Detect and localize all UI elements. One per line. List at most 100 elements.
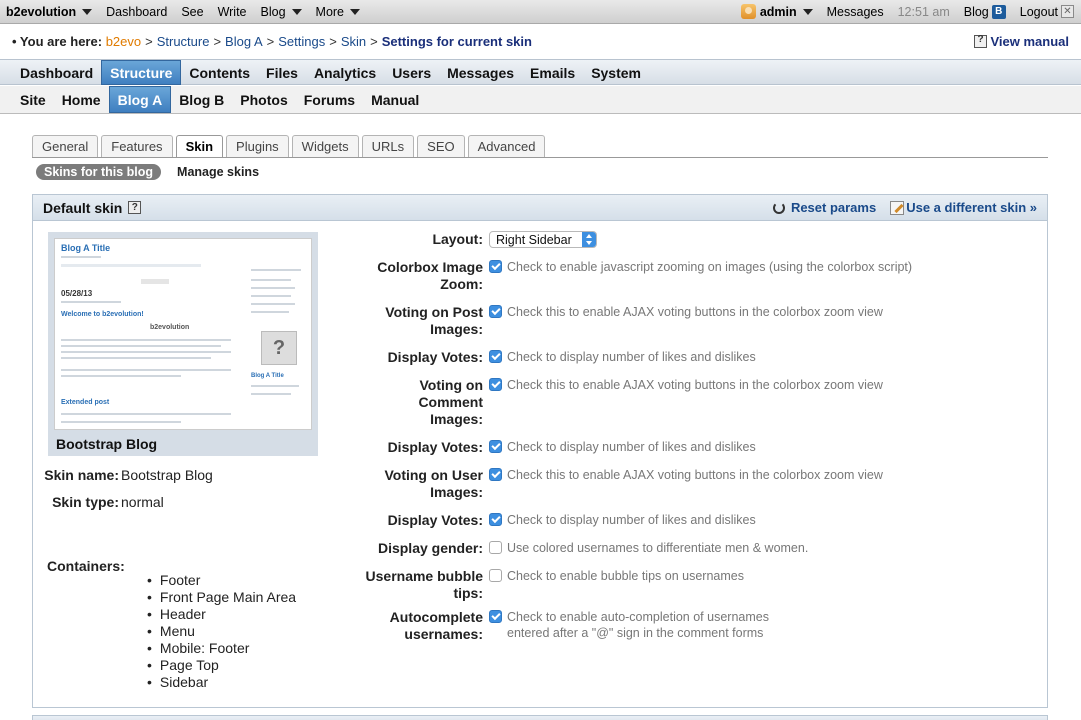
list-item: Footer <box>147 572 347 589</box>
subtab-manage-skins[interactable]: Manage skins <box>169 164 267 180</box>
setting-label: Autocomplete usernames: <box>389 609 483 642</box>
view-manual-link[interactable]: View manual <box>974 34 1069 49</box>
menu-contents[interactable]: Contents <box>181 60 258 85</box>
preview-extended-post: Extended post <box>61 399 110 406</box>
setting-value: Check to display number of likes and dis… <box>489 512 1033 529</box>
skin-preview-name: Bootstrap Blog <box>56 436 158 452</box>
help-icon[interactable]: ? <box>128 201 142 214</box>
collection-blog-b[interactable]: Blog B <box>171 86 232 113</box>
preview-line <box>141 279 169 284</box>
skin-name-row: Skin name: Bootstrap Blog <box>33 467 333 484</box>
colorbox-checkbox[interactable] <box>489 260 502 273</box>
preview-line <box>61 413 231 415</box>
skin-preview[interactable]: Blog A Title 05/28/13 Welcome to b2evolu… <box>48 232 318 456</box>
evobar-user-menu[interactable]: admin <box>734 0 820 24</box>
evobar-dashboard-link[interactable]: Dashboard <box>99 0 174 24</box>
preview-line <box>251 295 291 297</box>
use-different-skin-button[interactable]: Use a different skin » <box>876 200 1037 215</box>
evobar-see-link[interactable]: See <box>174 0 210 24</box>
breadcrumb-skin-link[interactable]: Skin <box>341 34 366 49</box>
menu-users[interactable]: Users <box>384 60 439 85</box>
tab-skin[interactable]: Skin <box>175 135 224 157</box>
tab-widgets[interactable]: Widgets <box>291 135 359 157</box>
breadcrumb-separator: > <box>329 34 337 49</box>
next-panel-header <box>32 715 1048 720</box>
chevron-down-icon <box>802 8 813 15</box>
skin-type-row: Skin type: normal <box>33 494 333 511</box>
breadcrumb-current: Settings for current skin <box>381 34 532 49</box>
breadcrumb-structure-link[interactable]: Structure <box>157 34 210 49</box>
setting-layout-row: Layout: Right Sidebar <box>333 231 1033 248</box>
collection-home[interactable]: Home <box>54 86 109 113</box>
blog-b-icon: B <box>991 4 1006 19</box>
collection-site[interactable]: Site <box>12 86 54 113</box>
menu-dashboard[interactable]: Dashboard <box>12 60 101 85</box>
skin-preview-image: Blog A Title 05/28/13 Welcome to b2evolu… <box>54 238 312 430</box>
voting-comment-images-checkbox[interactable] <box>489 378 502 391</box>
menu-analytics[interactable]: Analytics <box>306 60 384 85</box>
evobar-brand-menu[interactable]: b2evolution <box>0 0 99 24</box>
preview-line <box>251 393 291 395</box>
layout-select[interactable]: Right Sidebar <box>489 231 597 248</box>
tab-seo[interactable]: SEO <box>417 135 465 157</box>
setting-value: Check this to enable AJAX voting buttons… <box>489 467 1033 501</box>
tabs-divider <box>32 157 1048 158</box>
setting-note: Check to display number of likes and dis… <box>507 513 756 527</box>
reset-params-label: Reset params <box>790 200 877 215</box>
subtab-skins-for-this-blog[interactable]: Skins for this blog <box>36 164 162 180</box>
skin-name-value: Bootstrap Blog <box>121 467 213 483</box>
list-item: Page Top <box>147 657 347 674</box>
skin-subtabs: Skins for this blog Manage skins <box>36 164 275 180</box>
menu-system[interactable]: System <box>583 60 649 85</box>
display-votes-comment-checkbox[interactable] <box>489 440 502 453</box>
preview-line <box>61 375 181 377</box>
voting-post-images-checkbox[interactable] <box>489 305 502 318</box>
collection-manual[interactable]: Manual <box>363 86 427 113</box>
setting-label: Display Votes: <box>387 349 483 365</box>
setting-label: Display Votes: <box>387 512 483 528</box>
evobar-messages-link[interactable]: Messages <box>820 0 891 24</box>
evobar-blog-menu[interactable]: Blog <box>254 0 309 24</box>
setting-label: Voting on User Images: <box>384 467 483 500</box>
evobar-blog-link[interactable]: Blog B <box>957 0 1013 24</box>
tab-plugins[interactable]: Plugins <box>226 135 289 157</box>
reset-params-button[interactable]: Reset params <box>772 200 877 215</box>
default-skin-panel: Default skin ? Reset params Use a differ… <box>32 194 1048 708</box>
collection-photos[interactable]: Photos <box>232 86 295 113</box>
tab-features[interactable]: Features <box>101 135 173 157</box>
breadcrumb-settings-link[interactable]: Settings <box>278 34 325 49</box>
evobar-logout-link[interactable]: Logout ✕ <box>1013 0 1081 24</box>
collection-blog-a[interactable]: Blog A <box>108 86 172 113</box>
preview-line <box>61 301 121 303</box>
display-gender-checkbox[interactable] <box>489 541 502 554</box>
autocomplete-usernames-checkbox[interactable] <box>489 610 502 623</box>
setting-value: Check to enable javascript zooming on im… <box>489 259 1033 293</box>
setting-colorbox-row: Colorbox Image Zoom: Check to enable jav… <box>333 259 1033 293</box>
evobar-blog-link-label: Blog <box>963 4 989 19</box>
display-votes-user-checkbox[interactable] <box>489 513 502 526</box>
username-bubble-tips-checkbox[interactable] <box>489 569 502 582</box>
tab-advanced[interactable]: Advanced <box>467 135 546 157</box>
setting-display-votes-comment-row: Display Votes: Check to display number o… <box>333 439 1033 456</box>
preview-line <box>251 269 301 271</box>
breadcrumb-home-link[interactable]: b2evo <box>106 34 141 49</box>
breadcrumb-blog-a-link[interactable]: Blog A <box>225 34 263 49</box>
voting-user-images-checkbox[interactable] <box>489 468 502 481</box>
containers-list: Footer Front Page Main Area Header Menu … <box>147 572 347 691</box>
display-votes-post-checkbox[interactable] <box>489 350 502 363</box>
evobar-more-menu[interactable]: More <box>309 0 367 24</box>
collection-forums[interactable]: Forums <box>296 86 363 113</box>
tab-general[interactable]: General <box>32 135 99 157</box>
tab-urls[interactable]: URLs <box>361 135 415 157</box>
menu-structure[interactable]: Structure <box>101 60 182 85</box>
panel-title: Default skin <box>43 199 123 216</box>
menu-files[interactable]: Files <box>258 60 306 85</box>
menu-messages[interactable]: Messages <box>439 60 522 85</box>
menu-emails[interactable]: Emails <box>522 60 583 85</box>
main-menu: Dashboard Structure Contents Files Analy… <box>0 59 1081 85</box>
setting-value: Use colored usernames to differentiate m… <box>489 540 1033 557</box>
evobar-blog-label: Blog <box>260 4 286 19</box>
setting-note: Check this to enable AJAX voting buttons… <box>507 378 883 392</box>
evobar-write-link[interactable]: Write <box>211 0 254 24</box>
chevron-down-icon <box>82 8 93 15</box>
